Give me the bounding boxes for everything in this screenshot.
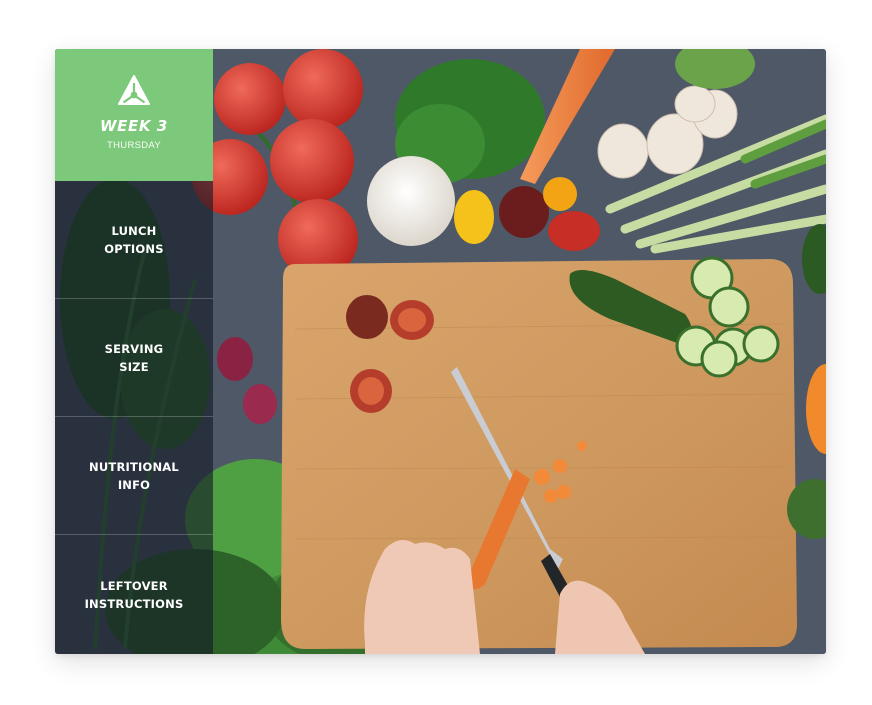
recipe-card: WEEK 3 THURSDAY LUNCH OPTIONS SERVING SI… (55, 49, 826, 654)
menu-item-serving-size[interactable]: SERVING SIZE (55, 299, 213, 417)
menu-item-label-line1: LUNCH (111, 223, 157, 238)
menu-item-label-line2: OPTIONS (104, 241, 164, 256)
menu-item-label-line2: INFO (117, 477, 151, 492)
menu-item-label-line1: SERVING (104, 341, 164, 356)
triangle-cutout-logo-icon (118, 75, 150, 105)
sidebar-menu: LUNCH OPTIONS SERVING SIZE NUTRITIONAL I… (55, 181, 213, 654)
menu-item-lunch-options[interactable]: LUNCH OPTIONS (55, 181, 213, 299)
menu-item-label-line1: NUTRITIONAL (89, 459, 179, 474)
menu-item-label-line1: LEFTOVER (100, 578, 168, 593)
menu-item-label-line2: INSTRUCTIONS (84, 596, 184, 611)
menu-item-label: LEFTOVER INSTRUCTIONS (79, 577, 189, 613)
menu-item-label-line2: SIZE (119, 359, 149, 374)
menu-item-label: LUNCH OPTIONS (79, 222, 189, 258)
menu-item-nutritional-info[interactable]: NUTRITIONAL INFO (55, 417, 213, 535)
menu-item-label: SERVING SIZE (79, 340, 189, 376)
week-title: WEEK 3 (100, 117, 168, 135)
sidebar: WEEK 3 THURSDAY LUNCH OPTIONS SERVING SI… (55, 49, 213, 654)
week-header: WEEK 3 THURSDAY (55, 49, 213, 181)
menu-item-leftover-instructions[interactable]: LEFTOVER INSTRUCTIONS (55, 535, 213, 654)
day-subtitle: THURSDAY (107, 140, 161, 151)
menu-item-label: NUTRITIONAL INFO (79, 458, 189, 494)
